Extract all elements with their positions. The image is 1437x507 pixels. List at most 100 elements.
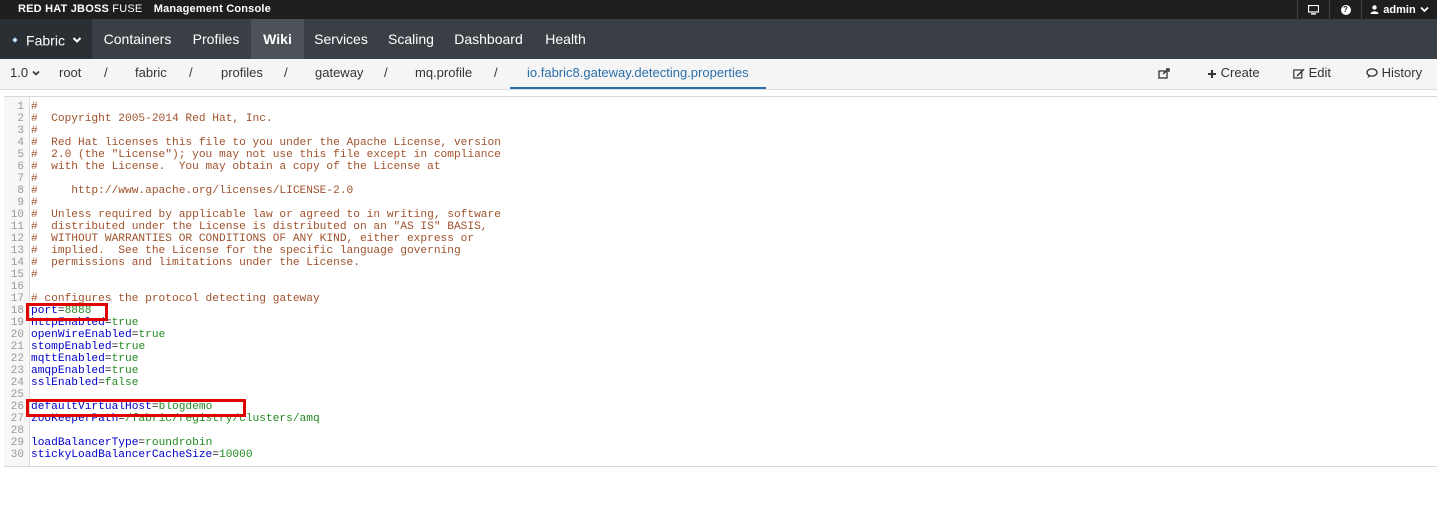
property-key: mqttEnabled: [31, 353, 105, 365]
nav-containers[interactable]: Containers: [92, 19, 183, 59]
line-text: # Copyright 2005-2014 Red Hat, Inc.: [31, 113, 273, 125]
version-label: 1.0: [10, 65, 29, 80]
breadcrumb-gateway[interactable]: gateway: [315, 59, 363, 87]
user-name: admin: [1383, 3, 1416, 16]
equals-sign: =: [104, 353, 112, 365]
line-number: 2: [17, 113, 24, 125]
code-line: 21 stompEnabled=true: [4, 341, 1404, 353]
breadcrumb-mq-profile[interactable]: mq.profile: [415, 59, 472, 87]
line-number: 19: [10, 317, 24, 329]
monitor-button[interactable]: [1297, 0, 1329, 19]
line-number: 9: [17, 197, 24, 209]
code-line: 12 # WITHOUT WARRANTIES OR CONDITIONS OF …: [4, 233, 1404, 245]
nav-services[interactable]: Services: [304, 19, 378, 59]
code-line: 15 #: [4, 269, 1404, 281]
equals-sign: =: [212, 449, 219, 461]
line-number: 6: [17, 161, 24, 173]
code-line: 18 port=8888: [4, 305, 1404, 317]
line-text: # with the License. You may obtain a cop…: [31, 161, 441, 173]
user-icon: [1370, 5, 1379, 14]
property-value: true: [118, 341, 146, 353]
code-line: 24 sslEnabled=false: [4, 377, 1404, 389]
version-selector[interactable]: 1.0: [10, 59, 40, 87]
nav-scaling[interactable]: Scaling: [378, 19, 444, 59]
nav-health[interactable]: Health: [533, 19, 598, 59]
perspective-selector[interactable]: Fabric: [0, 19, 92, 59]
line-text: # permissions and limitations under the …: [31, 257, 360, 269]
chevron-down-icon: [1420, 6, 1429, 13]
nav-wiki[interactable]: Wiki: [251, 19, 304, 59]
line-number: 14: [10, 257, 24, 269]
line-text: #: [31, 269, 38, 281]
line-text: sslEnabled=false: [31, 377, 138, 389]
property-key: openWireEnabled: [31, 329, 132, 341]
nav-profiles[interactable]: Profiles: [183, 19, 249, 59]
code-line: 10 # Unless required by applicable law or…: [4, 209, 1404, 221]
user-menu[interactable]: admin: [1361, 0, 1437, 19]
line-text: loadBalancerType=roundrobin: [31, 437, 212, 449]
property-value: true: [111, 317, 139, 329]
line-number: 4: [17, 137, 24, 149]
line-text: # implied. See the License for the speci…: [31, 245, 461, 257]
help-button[interactable]: ?: [1329, 0, 1361, 19]
code-line: 5 # 2.0 (the "License"); you may not use …: [4, 149, 1404, 161]
code-line: 13 # implied. See the License for the spe…: [4, 245, 1404, 257]
plus-icon: [1208, 69, 1216, 78]
line-number: 15: [10, 269, 24, 281]
line-number: 3: [17, 125, 24, 137]
share-icon: [1158, 68, 1170, 79]
line-number: 24: [10, 377, 24, 389]
breadcrumb-current-file[interactable]: io.fabric8.gateway.detecting.properties: [510, 59, 766, 89]
history-button[interactable]: History: [1366, 59, 1422, 87]
main-nav: Fabric Containers Profiles Wiki Services…: [0, 19, 1437, 59]
line-text: # http://www.apache.org/licenses/LICENSE…: [31, 185, 354, 197]
help-icon: ?: [1340, 4, 1351, 15]
highlight-box-default-virtual-host: [26, 399, 246, 417]
line-text: # Unless required by applicable law or a…: [31, 209, 501, 221]
line-text: # distributed under the License is distr…: [31, 221, 488, 233]
create-button[interactable]: Create: [1207, 59, 1260, 87]
highlight-box-port: [26, 303, 108, 321]
line-number: 29: [10, 437, 24, 449]
property-value: 10000: [219, 449, 253, 461]
nav-dashboard[interactable]: Dashboard: [444, 19, 533, 59]
property-value: true: [111, 365, 139, 377]
share-button[interactable]: [1158, 59, 1171, 87]
edit-label: Edit: [1308, 65, 1332, 80]
code-line: 3 #: [4, 125, 1404, 137]
code-editor[interactable]: 1 #2 # Copyright 2005-2014 Red Hat, Inc. 3 #…: [4, 96, 1437, 467]
line-number: 13: [10, 245, 24, 257]
chevron-down-icon: [72, 37, 82, 44]
top-bar: RED HAT JBOSS FUSE Management Console ? …: [0, 0, 1437, 19]
breadcrumb: 1.0 root / fabric / profiles / gateway /…: [0, 59, 1437, 90]
line-text: stompEnabled=true: [31, 341, 145, 353]
line-text: openWireEnabled=true: [31, 329, 165, 341]
property-value: false: [104, 377, 139, 389]
code-line: 17 # configures the protocol detecting ga…: [4, 293, 1404, 305]
property-key: amqpEnabled: [31, 365, 105, 377]
breadcrumb-profiles[interactable]: profiles: [221, 59, 263, 87]
breadcrumb-root[interactable]: root: [59, 59, 81, 87]
line-number: 20: [10, 329, 24, 341]
line-number: 22: [10, 353, 24, 365]
line-text: #: [31, 101, 38, 113]
breadcrumb-separator: /: [104, 65, 108, 80]
line-text: #: [31, 173, 38, 185]
line-number: 7: [17, 173, 24, 185]
edit-icon: [1293, 68, 1305, 79]
line-number: 28: [10, 425, 24, 437]
brand-product: FUSE: [112, 3, 143, 15]
line-number: 30: [10, 449, 24, 461]
line-text: # 2.0 (the "License"); you may not use t…: [31, 149, 501, 161]
code-line: 9 #: [4, 197, 1404, 209]
breadcrumb-separator: /: [189, 65, 193, 80]
edit-button[interactable]: Edit: [1293, 59, 1331, 87]
code-line: 8 # http://www.apache.org/licenses/LICENS…: [4, 185, 1404, 197]
line-number: 10: [10, 209, 24, 221]
code-line: 4 # Red Hat licenses this file to you und…: [4, 137, 1404, 149]
code-line: 6 # with the License. You may obtain a co…: [4, 161, 1404, 173]
code-line: 30 stickyLoadBalancerCacheSize=10000: [4, 449, 1404, 461]
code-line: 23 amqpEnabled=true: [4, 365, 1404, 377]
breadcrumb-fabric[interactable]: fabric: [135, 59, 167, 87]
perspective-label: Fabric: [26, 32, 65, 49]
